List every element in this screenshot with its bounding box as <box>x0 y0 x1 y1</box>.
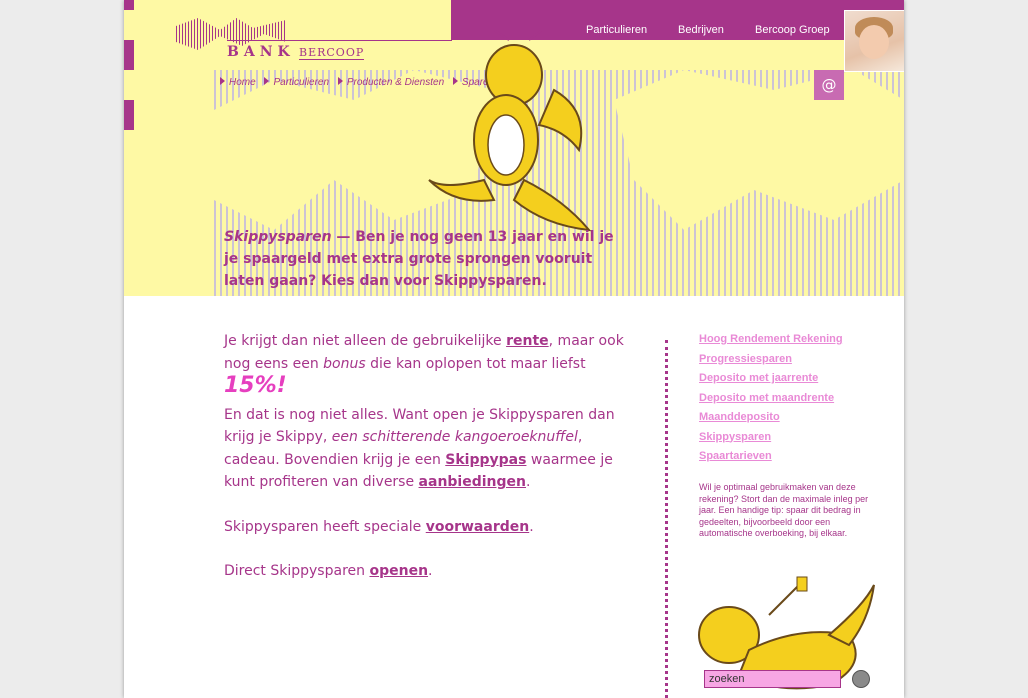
main-content: Je krijgt dan niet alleen de gebruikelij… <box>224 330 629 605</box>
sidenav-spaartarieven[interactable]: Spaartarieven <box>699 447 879 467</box>
paragraph-1: Je krijgt dan niet alleen de gebruikelij… <box>224 330 629 400</box>
text: Direct Skippysparen <box>224 563 370 579</box>
sidenav-hoog-rendement[interactable]: Hoog Rendement Rekening <box>699 330 879 350</box>
arrow-icon <box>220 77 225 85</box>
arrow-icon <box>337 77 343 85</box>
left-tab <box>124 100 134 130</box>
text: . <box>428 563 433 579</box>
kangaroo-illustration <box>428 30 592 232</box>
arrow-icon <box>264 77 270 85</box>
intro-name: Skippysparen <box>224 229 332 245</box>
text: Skippysparen heeft speciale <box>224 518 426 535</box>
paragraph-4: Direct Skippysparen openen. <box>224 560 629 583</box>
text-emphasis: een schitterende kangoeroeknuffel <box>331 429 578 445</box>
sidenav-deposito-jaarrente[interactable]: Deposito met jaarrente <box>699 369 879 389</box>
link-rente[interactable]: rente <box>506 333 549 349</box>
page: Particulieren Bedrijven Bercoop Groep BA… <box>124 0 904 698</box>
logo-text[interactable]: BANK <box>227 44 295 60</box>
sidenav-progressiesparen[interactable]: Progressiesparen <box>699 350 879 370</box>
paragraph-3: Skippysparen heeft speciale voorwaarden. <box>224 516 629 539</box>
left-tab <box>124 40 134 70</box>
left-tab <box>124 0 134 10</box>
sidenav-deposito-maandrente[interactable]: Deposito met maandrente <box>699 389 879 409</box>
text: . <box>526 474 531 490</box>
link-openen[interactable]: openen <box>369 563 428 579</box>
search-icon[interactable] <box>852 670 870 688</box>
link-voorwaarden[interactable]: voorwaarden <box>426 519 529 535</box>
sidenav-skippysparen[interactable]: Skippysparen <box>699 428 879 448</box>
child-photo <box>844 10 904 72</box>
link-aanbiedingen[interactable]: aanbiedingen <box>419 474 526 490</box>
text: . <box>529 518 534 535</box>
topnav-bedrijven[interactable]: Bedrijven <box>678 24 724 36</box>
link-skippypas[interactable]: Skippypas <box>445 452 526 468</box>
contact-icon[interactable]: @ <box>814 70 844 100</box>
paragraph-2: En dat is nog niet alles. Want open je S… <box>224 404 629 494</box>
bonus-percentage: 15%! <box>224 373 287 398</box>
hero-banner: Particulieren Bedrijven Bercoop Groep BA… <box>124 0 904 296</box>
dotted-divider <box>665 340 668 698</box>
tip-text: Wil je optimaal gebruikmaken van deze re… <box>699 482 869 538</box>
text: Je krijgt dan niet alleen de gebruikelij… <box>224 333 507 349</box>
breadcrumb-home[interactable]: Home <box>229 77 256 88</box>
topnav-bercoop-groep[interactable]: Bercoop Groep <box>755 24 830 36</box>
search-input[interactable]: zoeken <box>704 670 841 688</box>
side-navigation: Hoog Rendement Rekening Progressiesparen… <box>699 330 879 467</box>
text-emphasis: bonus <box>323 355 366 372</box>
breadcrumb-particulieren[interactable]: Particulieren <box>273 77 329 88</box>
logo-subtext[interactable]: BERCOOP <box>299 46 365 60</box>
sidenav-maanddeposito[interactable]: Maanddeposito <box>699 408 879 428</box>
text: die kan oplopen tot maar liefst <box>365 355 586 372</box>
intro-text: Skippysparen — Ben je nog geen 13 jaar e… <box>224 226 624 292</box>
